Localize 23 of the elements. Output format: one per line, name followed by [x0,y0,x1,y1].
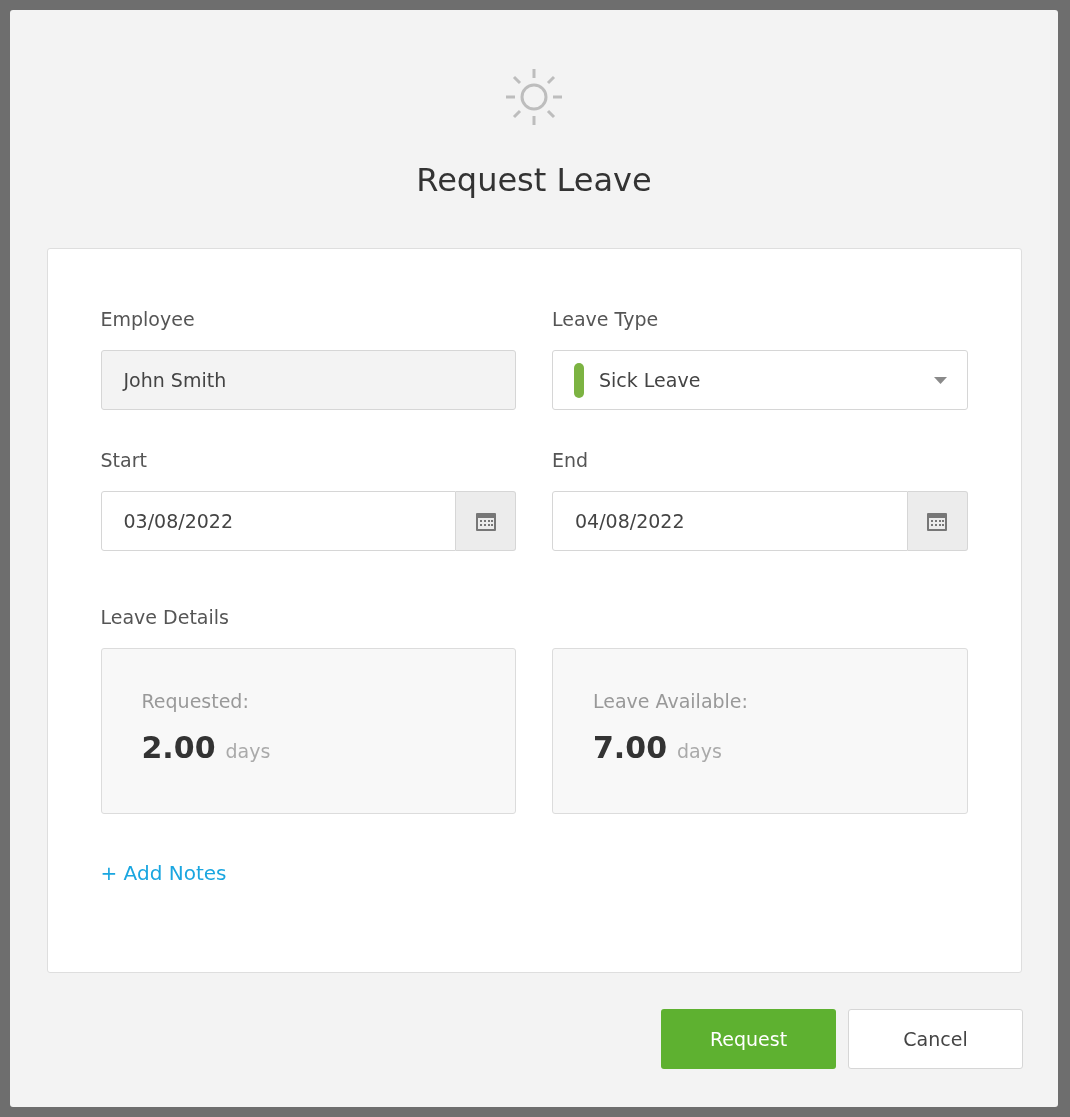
summary-label: Leave Available: [593,689,749,714]
sun-icon [505,68,563,126]
field-label: Start [100,448,148,473]
end-date-field[interactable]: 04/08/2022 [552,491,908,551]
field-label: Leave Type [552,307,660,332]
start-date-field[interactable]: 03/08/2022 [100,491,456,551]
calendar-icon [927,511,947,531]
section-label: Leave Details [100,605,230,630]
cancel-button[interactable]: Cancel [848,1009,1023,1069]
summary-unit: days [677,739,722,764]
summary-unit: days [225,739,271,764]
leave-type-dropdown[interactable]: Sick Leave [552,350,968,410]
calendar-button[interactable] [456,491,516,551]
field-label: End [552,448,590,473]
summary-value: 2.00 [141,729,216,767]
caret-icon [933,376,947,384]
dropdown-value: Sick Leave [599,367,702,393]
calendar-icon [475,511,496,531]
field-label: Employee [100,307,196,332]
dialog-title: Request Leave [416,160,652,200]
calendar-button[interactable] [907,491,968,551]
summary-label: Requested: [141,689,250,714]
summary-value: 7.00 [593,729,668,767]
